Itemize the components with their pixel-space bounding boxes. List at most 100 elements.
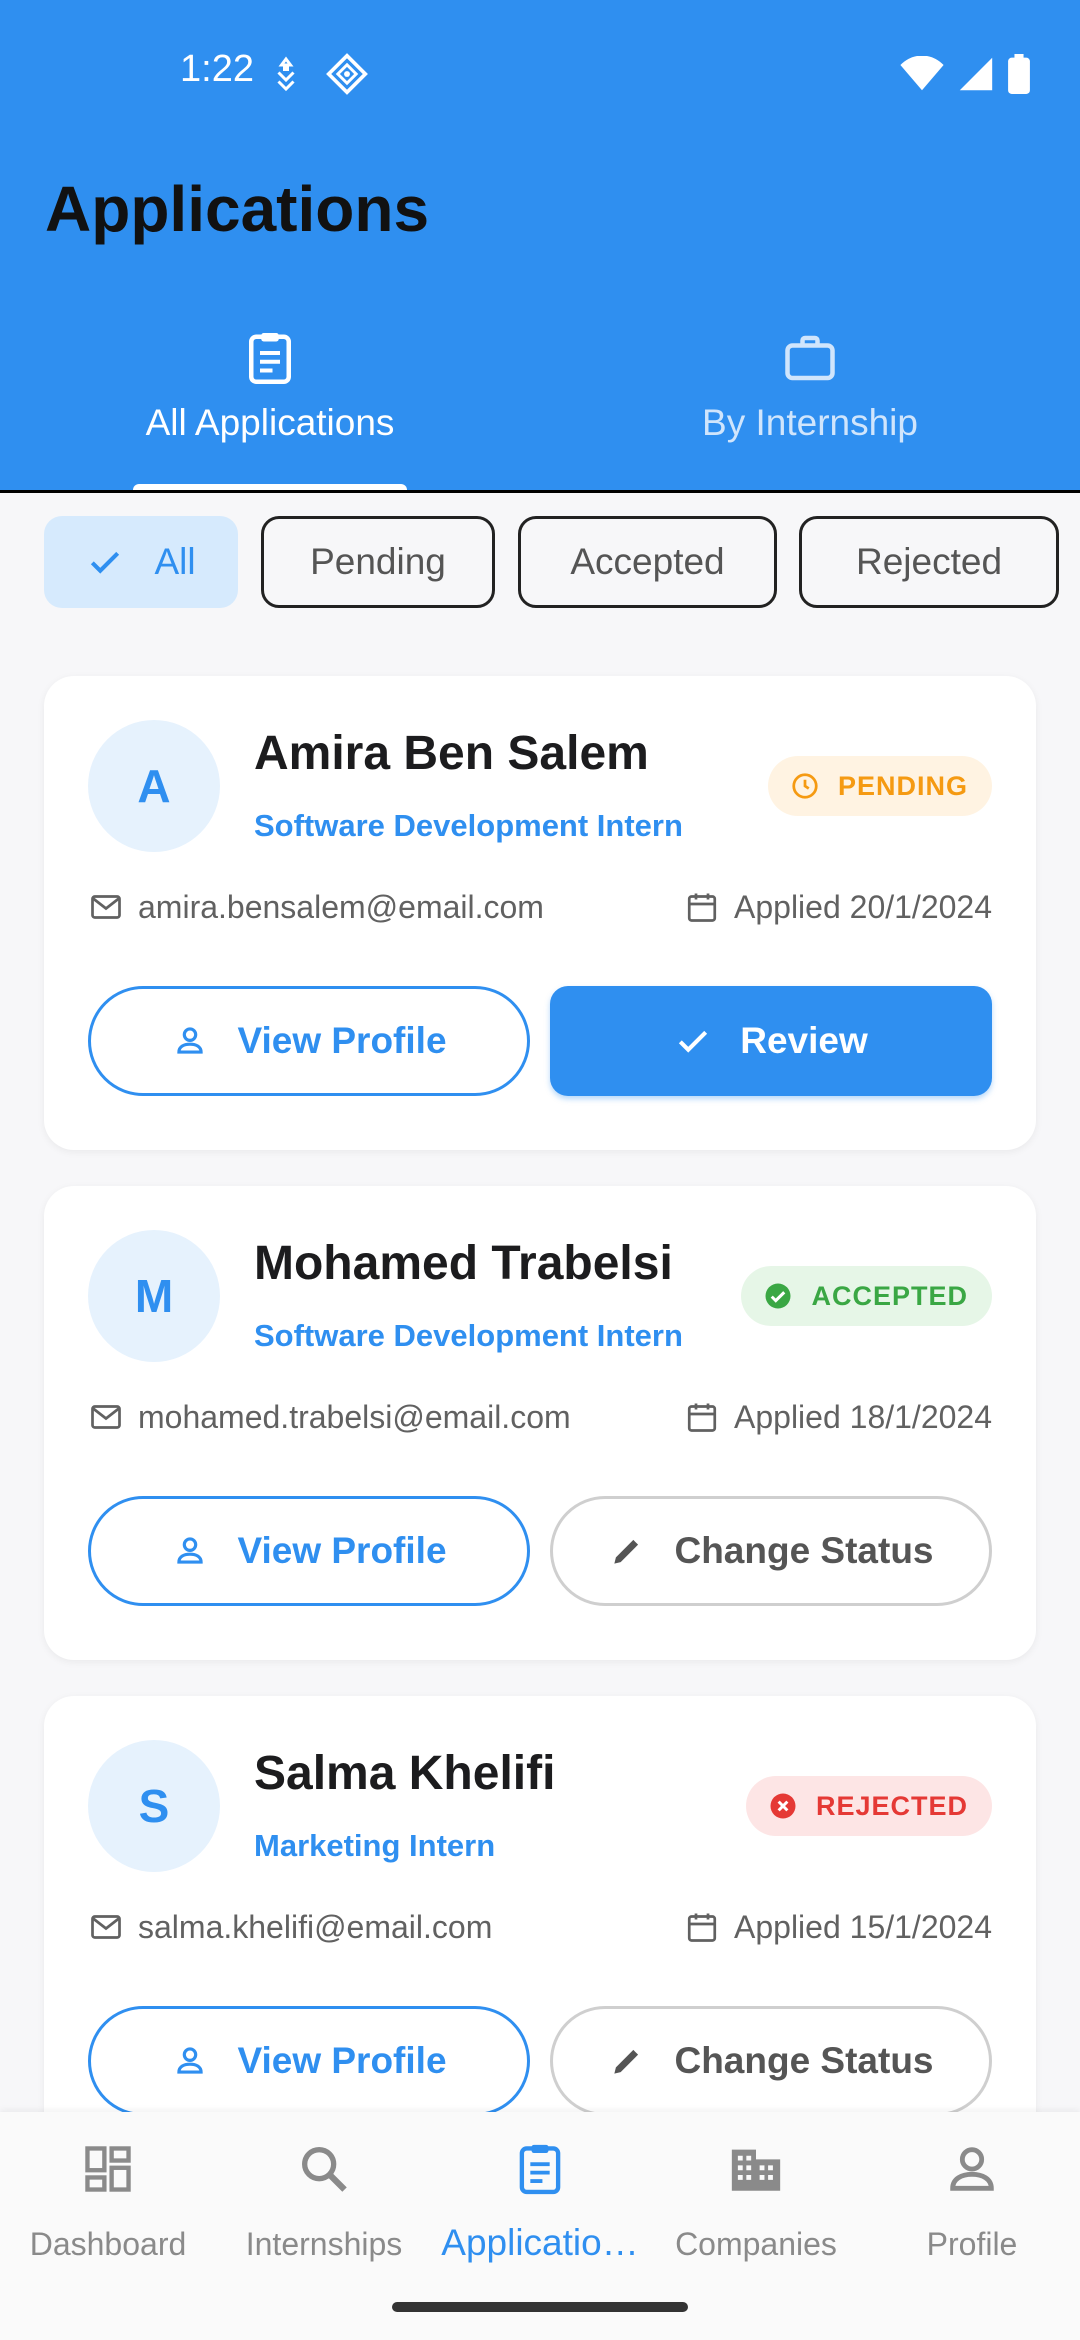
button-label: Change Status (674, 1530, 934, 1571)
status-badge-label: ACCEPTED (811, 1280, 968, 1311)
change-status-button[interactable]: Change Status (550, 2006, 992, 2116)
clock-icon (792, 773, 818, 799)
mail-icon (91, 1405, 121, 1429)
change-status-button[interactable]: Change Status (550, 1496, 992, 1606)
mail-icon (91, 895, 121, 919)
app-notification-icon (326, 53, 368, 95)
notification-icon (277, 56, 295, 92)
button-label: Review (740, 1020, 868, 1061)
status-badge: PENDING (767, 756, 992, 816)
button-label: View Profile (237, 2040, 447, 2081)
home-indicator[interactable] (392, 2302, 688, 2312)
applicant-email: amira.bensalem@email.com (88, 882, 544, 932)
email-text: amira.bensalem@email.com (138, 888, 544, 925)
filter-chip-accepted[interactable]: Accepted (518, 516, 777, 608)
applicant-name: Mohamed Trabelsi (254, 1237, 673, 1290)
calendar-icon (687, 1913, 717, 1942)
nav-item-applications[interactable]: Applicatio… (432, 2112, 648, 2292)
email-text: salma.khelifi@email.com (138, 1908, 493, 1945)
applicant-email: mohamed.trabelsi@email.com (88, 1392, 571, 1442)
filter-chip-pending[interactable]: Pending (261, 516, 495, 608)
applied-date: Applied 18/1/2024 (684, 1392, 992, 1442)
dashboard-icon (85, 2146, 131, 2192)
nav-label: Dashboard (29, 2226, 187, 2262)
cancel-circle-icon (770, 1793, 796, 1819)
button-label: View Profile (237, 1020, 447, 1061)
tab-bar: All Applications By Internship (0, 318, 1080, 492)
view-profile-button[interactable]: View Profile (88, 986, 530, 1096)
filter-chip-label: Pending (310, 541, 446, 582)
button-label: View Profile (237, 1530, 447, 1571)
pencil-icon (614, 2049, 639, 2074)
applied-date: Applied 20/1/2024 (684, 882, 992, 932)
filter-chip-label: All (154, 541, 196, 582)
search-icon (302, 2147, 347, 2192)
status-badge: ACCEPTED (741, 1266, 992, 1326)
filter-chip-all[interactable]: All (44, 516, 238, 608)
person-icon (177, 1027, 204, 1054)
header-divider (0, 490, 1080, 493)
person-icon (177, 1537, 204, 1564)
internship-role: Marketing Intern (254, 1828, 496, 1863)
building-icon (731, 2149, 781, 2191)
calendar-icon (687, 893, 717, 922)
internship-role: Software Development Intern (254, 808, 683, 843)
nav-item-profile[interactable]: Profile (864, 2112, 1080, 2292)
nav-item-dashboard[interactable]: Dashboard (0, 2112, 216, 2292)
briefcase-icon (785, 335, 835, 381)
status-bar: 1:22 (0, 44, 1080, 104)
applied-date-text: Applied 15/1/2024 (734, 1908, 992, 1945)
pencil-icon (614, 1539, 639, 1564)
nav-label: Profile (926, 2226, 1018, 2262)
check-circle-icon (765, 1283, 791, 1309)
view-profile-button[interactable]: View Profile (88, 2006, 530, 2116)
avatar: A (88, 720, 220, 852)
applied-date-text: Applied 18/1/2024 (734, 1398, 992, 1435)
status-badge: REJECTED (745, 1776, 992, 1836)
applicant-name: Salma Khelifi (254, 1747, 556, 1800)
filter-chip-label: Accepted (570, 541, 725, 582)
nav-label: Companies (675, 2226, 837, 2262)
wifi-icon (900, 56, 944, 91)
filter-chips: All Pending Accepted Rejected (44, 516, 1080, 610)
check-icon (679, 1030, 708, 1053)
filter-chip-label: Rejected (855, 541, 1003, 582)
applied-date: Applied 15/1/2024 (684, 1902, 992, 1952)
page-title: Applications (45, 173, 430, 245)
status-time: 1:22 (180, 48, 254, 90)
clipboard-icon (249, 333, 291, 384)
nav-label: Internships (245, 2226, 403, 2262)
avatar: S (88, 1740, 220, 1872)
tab-label: By Internship (702, 402, 918, 443)
nav-item-companies[interactable]: Companies (648, 2112, 864, 2292)
nav-label: Applicatio… (441, 2222, 639, 2263)
signal-icon (959, 57, 993, 91)
mail-icon (91, 1915, 121, 1939)
tab-all-applications[interactable]: All Applications (0, 318, 540, 492)
clipboard-icon (519, 2144, 561, 2195)
applied-date-text: Applied 20/1/2024 (734, 888, 992, 925)
person-icon (177, 2047, 204, 2074)
status-badge-label: REJECTED (815, 1790, 968, 1821)
calendar-icon (687, 1403, 717, 1432)
status-badge-label: PENDING (837, 770, 968, 801)
applicant-name: Amira Ben Salem (254, 727, 649, 780)
tab-label: All Applications (145, 402, 395, 443)
battery-icon (1008, 54, 1030, 94)
view-profile-button[interactable]: View Profile (88, 1496, 530, 1606)
internship-role: Software Development Intern (254, 1318, 683, 1353)
check-icon (91, 551, 120, 574)
filter-chip-rejected[interactable]: Rejected (799, 516, 1059, 608)
nav-item-internships[interactable]: Internships (216, 2112, 432, 2292)
review-button[interactable]: Review (550, 986, 992, 1096)
application-card[interactable]: S Salma Khelifi Marketing Intern REJECTE… (44, 1696, 1036, 2170)
email-text: mohamed.trabelsi@email.com (138, 1398, 571, 1435)
avatar: M (88, 1230, 220, 1362)
button-label: Change Status (674, 2040, 934, 2081)
tab-by-internship[interactable]: By Internship (540, 318, 1080, 492)
applicant-email: salma.khelifi@email.com (88, 1902, 492, 1952)
application-card[interactable]: A Amira Ben Salem Software Development I… (44, 676, 1036, 1150)
app-header: 1:22 Applications All Applications By In… (0, 0, 1080, 492)
application-card[interactable]: M Mohamed Trabelsi Software Development … (44, 1186, 1036, 1660)
person-icon (950, 2147, 994, 2191)
